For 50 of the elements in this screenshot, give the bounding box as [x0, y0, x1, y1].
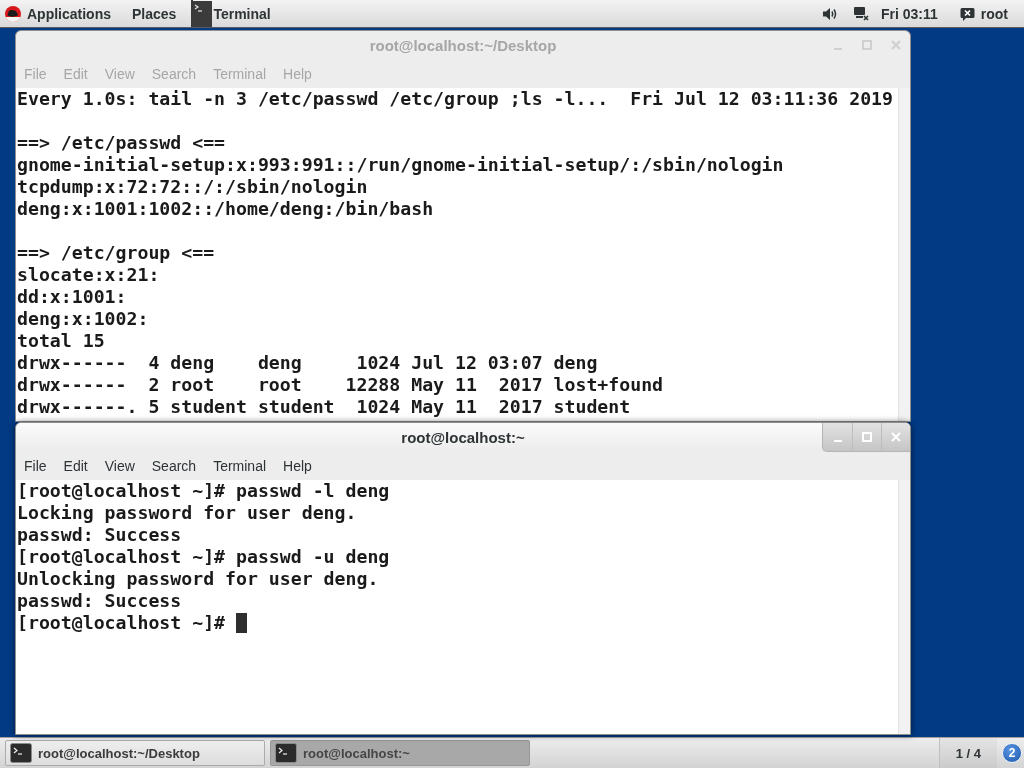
terminal-line: deng:x:1001:1002::/home/deng:/bin/bash [17, 198, 434, 220]
menu-item[interactable]: View [104, 458, 135, 474]
bubble-icon [959, 6, 975, 21]
taskbar-window-button[interactable]: root@localhost:~/Desktop [5, 740, 265, 766]
terminal-line: dd:x:1001: [17, 286, 127, 308]
top-bar-menu[interactable]: Places [132, 0, 177, 27]
terminal-line: ==> /etc/passwd <== [17, 132, 226, 154]
window-title: root@localhost:~/Desktop [369, 37, 557, 54]
menu-item[interactable]: Search [151, 458, 197, 474]
minimize-icon [833, 439, 842, 443]
maximize-icon [861, 40, 872, 50]
speaker-icon [821, 6, 838, 21]
terminal-icon [10, 743, 32, 763]
workspace-indicator[interactable]: 1 / 4 [938, 738, 997, 768]
menu-item[interactable]: Help [283, 458, 312, 474]
menu-item[interactable]: Terminal [213, 458, 267, 474]
close-icon [891, 432, 901, 442]
terminal-line: Every 1.0s: tail -n 3 /etc/passwd /etc/group ;ls -l... Fri Jul 12 03:11:36 2019 [17, 88, 893, 110]
terminal-line: drwx------. 5 student student 1024 May 11 2017 student [17, 396, 631, 418]
scrollbar[interactable] [898, 480, 910, 734]
terminal-line: total 15 [17, 330, 105, 352]
taskbar-window-button[interactable]: root@localhost:~ [270, 740, 530, 766]
terminal-line: ==> /etc/group <== [17, 242, 215, 264]
clock[interactable]: Fri 03:11 [880, 0, 938, 27]
terminal-icon [193, 0, 213, 27]
terminal-line: gnome-initial-setup:x:993:991::/run/gnome-initial-setup/:/sbin/nologin [17, 154, 784, 176]
terminal-line: drwx------ 2 root root 12288 May 11 2017 lost+found [17, 374, 664, 396]
hat-icon [5, 5, 21, 22]
top-bar-menu[interactable]: Applications [27, 0, 111, 27]
terminal-line: Locking password for user deng. [17, 502, 357, 524]
terminal-line: passwd: Success [17, 524, 182, 546]
terminal-line: deng:x:1002: [17, 308, 149, 330]
monitor-icon [852, 6, 869, 21]
menu-item[interactable]: Edit [63, 458, 88, 474]
terminal-line: tcpdump:x:72:72::/:/sbin/nologin [17, 176, 368, 198]
close-icon [890, 40, 901, 50]
menu-item[interactable]: File [24, 458, 47, 474]
terminal-line: [root@localhost ~]# passwd -l deng [17, 480, 390, 502]
user-menu[interactable]: root [959, 0, 1008, 27]
terminal-line: [root@localhost ~]# passwd -u deng [17, 546, 390, 568]
terminal-icon [275, 743, 297, 763]
terminal-line: [root@localhost ~]# [17, 612, 226, 634]
terminal-line: passwd: Success [17, 590, 182, 612]
window-title: root@localhost:~ [401, 429, 525, 446]
terminal-line: Unlocking password for user deng. [17, 568, 379, 590]
terminal-line: slocate:x:21: [17, 264, 160, 286]
app-menu[interactable]: Terminal [193, 0, 271, 27]
notification-count[interactable]: 2 [1002, 743, 1022, 763]
maximize-icon [862, 432, 872, 442]
terminal-line: drwx------ 4 deng deng 1024 Jul 12 03:07 deng [17, 352, 598, 374]
